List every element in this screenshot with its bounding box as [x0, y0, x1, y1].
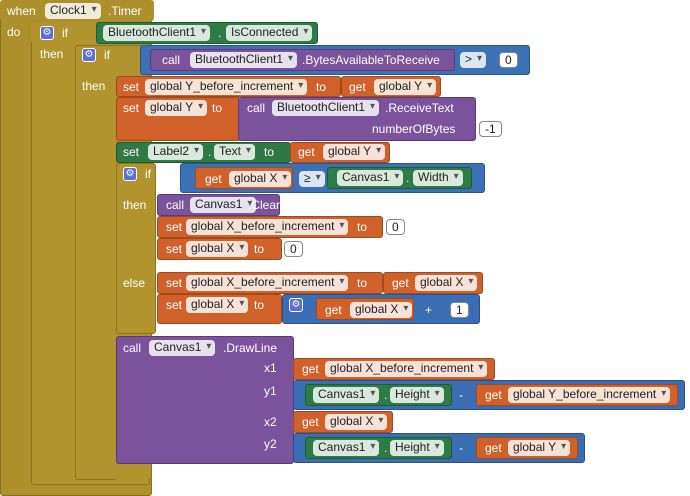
if-x-ge-width-block[interactable] — [116, 163, 156, 334]
minus-operator: - — [459, 388, 463, 402]
property-dot: . — [208, 145, 212, 159]
then-keyword: then — [82, 79, 106, 93]
gear-icon[interactable]: ⚙ — [123, 167, 137, 181]
get-keyword: get — [349, 80, 366, 94]
zero-number-field[interactable]: 0 — [499, 52, 518, 68]
height-property-dropdown[interactable]: Height — [390, 440, 444, 456]
do-keyword: do — [7, 25, 21, 39]
clear-method: .Clear — [248, 198, 281, 212]
to-keyword: to — [264, 145, 275, 159]
gear-icon[interactable]: ⚙ — [82, 48, 96, 62]
numberofbytes-label: numberOfBytes — [372, 122, 456, 136]
get-var-dropdown[interactable]: global Y — [374, 79, 437, 95]
var-x-dropdown[interactable]: global X — [186, 241, 249, 257]
var-x-dropdown[interactable]: global X — [186, 297, 249, 313]
when-keyword: when — [7, 4, 36, 18]
property-dot: . — [384, 441, 388, 455]
get-var-dropdown[interactable]: global Y — [508, 440, 571, 456]
set-keyword: set — [166, 276, 183, 290]
call-keyword: call — [166, 198, 185, 212]
compare-operator-dropdown[interactable]: > — [460, 52, 487, 68]
var-y-before-dropdown[interactable]: global Y_before_increment — [145, 79, 308, 95]
to-keyword: to — [212, 101, 223, 115]
if-keyword: if — [62, 26, 68, 40]
property-dot: . — [406, 171, 410, 185]
to-keyword: to — [254, 298, 265, 312]
call-keyword: call — [162, 53, 181, 67]
get-keyword: get — [302, 362, 319, 376]
set-keyword: set — [166, 298, 183, 312]
then-keyword: then — [123, 198, 147, 212]
clock-component-dropdown[interactable]: Clock1 — [45, 3, 101, 19]
to-keyword: to — [357, 276, 368, 290]
to-keyword: to — [357, 220, 368, 234]
get-var-dropdown[interactable]: global X — [415, 275, 478, 291]
get-keyword: get — [205, 172, 222, 186]
to-keyword: to — [254, 242, 265, 256]
get-keyword: get — [392, 276, 409, 290]
drawline-method: .DrawLine — [223, 341, 278, 355]
timer-event-name: .Timer — [108, 4, 142, 18]
set-keyword: set — [166, 242, 183, 256]
call-keyword: call — [123, 341, 142, 355]
label-component-dropdown[interactable]: Label2 — [148, 144, 204, 160]
zero-number-field[interactable]: 0 — [386, 219, 405, 235]
canvas-component-dropdown[interactable]: Canvas1 — [337, 170, 404, 186]
one-number-field[interactable]: 1 — [450, 302, 469, 318]
gear-icon[interactable]: ⚙ — [40, 26, 54, 40]
set-keyword: set — [166, 220, 183, 234]
call-keyword: call — [247, 101, 266, 115]
set-keyword: set — [123, 145, 140, 159]
if-keyword: if — [104, 48, 110, 62]
get-var-dropdown[interactable]: global Y — [323, 144, 386, 160]
zero-number-field[interactable]: 0 — [284, 241, 303, 257]
get-var-dropdown[interactable]: global X_before_increment — [325, 361, 488, 377]
numberofbytes-value[interactable]: -1 — [479, 121, 502, 137]
compare-operator-dropdown[interactable]: ≥ — [299, 171, 325, 187]
property-dot: . — [218, 26, 222, 40]
y2-arg-label: y2 — [264, 437, 277, 451]
gear-icon[interactable]: ⚙ — [289, 298, 303, 312]
get-var-dropdown[interactable]: global X — [325, 414, 388, 430]
canvas-component-dropdown[interactable]: Canvas1 — [313, 440, 380, 456]
height-property-dropdown[interactable]: Height — [390, 387, 444, 403]
else-keyword: else — [123, 276, 146, 290]
var-x-before-dropdown[interactable]: global X_before_increment — [186, 219, 349, 235]
plus-operator: + — [425, 303, 433, 317]
canvas-component-dropdown[interactable]: Canvas1 — [149, 340, 216, 356]
var-y-dropdown[interactable]: global Y — [145, 100, 208, 116]
to-keyword: to — [316, 80, 327, 94]
get-var-dropdown[interactable]: global X — [229, 171, 292, 187]
text-property-dropdown[interactable]: Text — [214, 144, 256, 160]
then-keyword: then — [40, 47, 64, 61]
get-keyword: get — [485, 441, 502, 455]
width-property-dropdown[interactable]: Width — [413, 170, 463, 186]
if-keyword: if — [145, 167, 151, 181]
get-keyword: get — [298, 145, 315, 159]
bluetooth-component-dropdown[interactable]: BluetoothClient1 — [190, 52, 298, 68]
minus-operator: - — [459, 441, 463, 455]
bluetooth-component-dropdown[interactable]: BluetoothClient1 — [272, 100, 380, 116]
y1-arg-label: y1 — [264, 384, 277, 398]
canvas-component-dropdown[interactable]: Canvas1 — [190, 197, 257, 213]
get-keyword: get — [325, 303, 342, 317]
isconnected-property-dropdown[interactable]: IsConnected — [226, 25, 313, 41]
receive-text-method: .ReceiveText — [385, 101, 454, 115]
canvas-component-dropdown[interactable]: Canvas1 — [313, 387, 380, 403]
var-x-before-dropdown[interactable]: global X_before_increment — [186, 275, 349, 291]
get-var-dropdown[interactable]: global Y_before_increment — [508, 387, 671, 403]
get-keyword: get — [302, 415, 319, 429]
x1-arg-label: x1 — [264, 361, 277, 375]
x2-arg-label: x2 — [264, 415, 277, 429]
bluetooth-component-dropdown[interactable]: BluetoothClient1 — [103, 25, 211, 41]
get-var-dropdown[interactable]: global X — [350, 302, 413, 318]
set-keyword: set — [123, 101, 140, 115]
property-dot: . — [384, 388, 388, 402]
get-keyword: get — [485, 388, 502, 402]
set-keyword: set — [123, 80, 140, 94]
bytes-available-method: .BytesAvailableToReceive — [302, 53, 440, 67]
